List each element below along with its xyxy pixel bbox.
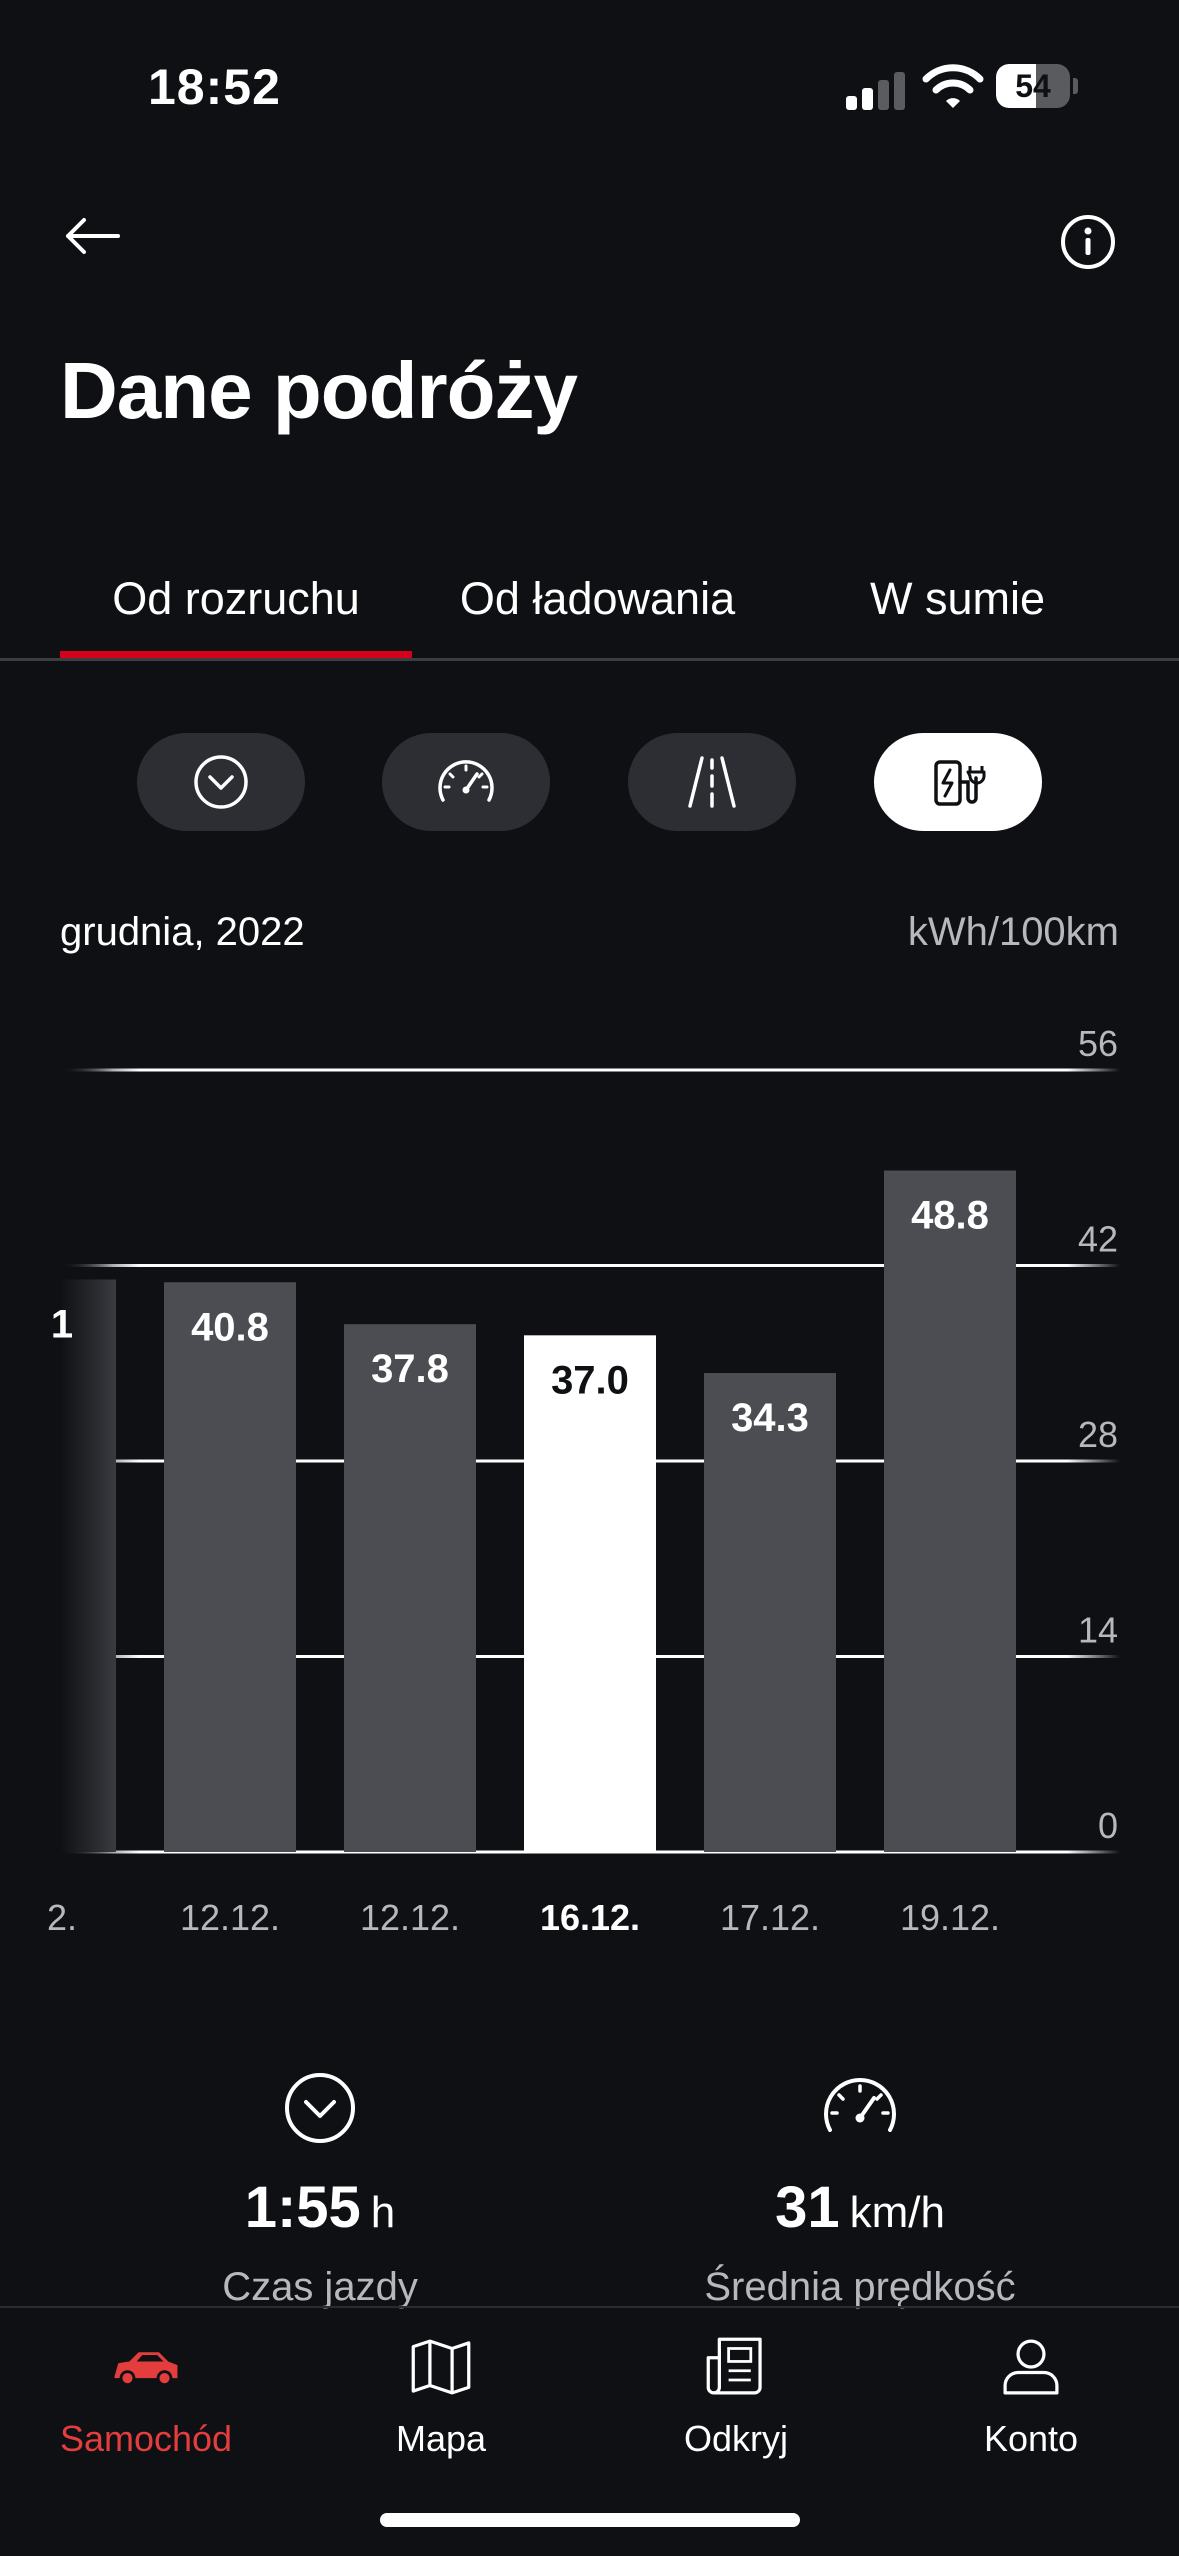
chevron-circle-icon xyxy=(194,755,248,809)
energy-consumption-chart[interactable]: 0 14 28 42 56 1 2. 40.8 12.12. 37.8 12.12. 37.0 16.1… xyxy=(0,1000,1179,1960)
bar-value-label: 40.8 xyxy=(191,1305,269,1349)
tab-w-sumie[interactable]: W sumie xyxy=(830,540,1085,658)
tab-label: Od rozruchu xyxy=(112,573,360,624)
stat-number: 1:55 xyxy=(244,2175,361,2240)
cellular-signal-icon xyxy=(846,72,906,110)
info-circle-icon xyxy=(1061,215,1115,269)
home-indicator xyxy=(380,2513,800,2527)
bar-selected xyxy=(524,1335,656,1852)
x-tick-label: 17.12. xyxy=(720,1897,820,1938)
charging-station-icon xyxy=(934,760,986,806)
battery-percentage: 54 xyxy=(1015,68,1051,104)
x-tick-label: 16.12. xyxy=(540,1897,640,1938)
filter-speed-button[interactable] xyxy=(382,733,550,831)
y-tick-label: 14 xyxy=(1078,1610,1118,1651)
bar-value-label: 34.3 xyxy=(731,1396,809,1440)
bottom-nav-divider xyxy=(0,2306,1179,2308)
arrow-left-icon xyxy=(66,218,120,254)
tab-od-rozruchu[interactable]: Od rozruchu xyxy=(60,540,412,658)
x-tick-label: 2. xyxy=(47,1897,77,1938)
speedometer-icon xyxy=(824,2078,896,2132)
battery-indicator: 54 xyxy=(996,64,1078,108)
bar xyxy=(164,1282,296,1852)
x-tick-label: 19.12. xyxy=(900,1897,1000,1938)
filter-distance-button[interactable] xyxy=(628,733,796,831)
tab-label: Od ładowania xyxy=(459,573,736,624)
tabs-divider xyxy=(0,658,1179,661)
road-icon xyxy=(688,756,736,808)
stat-unit: km/h xyxy=(849,2188,945,2237)
filter-driving-time-button[interactable] xyxy=(137,733,305,831)
speedometer-icon xyxy=(438,760,494,802)
bar xyxy=(704,1373,836,1852)
nav-label: Konto xyxy=(983,2418,1079,2459)
y-tick-label: 42 xyxy=(1078,1219,1118,1260)
stat-label: Czas jazdy xyxy=(222,2265,418,2309)
bar xyxy=(344,1324,476,1852)
nav-item-mapa[interactable]: Mapa xyxy=(301,2320,581,2460)
filter-energy-button[interactable] xyxy=(874,733,1042,831)
car-icon xyxy=(114,2352,178,2386)
chevron-circle-icon xyxy=(285,2073,355,2143)
bar-value-label: 1 xyxy=(51,1302,73,1346)
bar-value-label: 48.8 xyxy=(911,1194,989,1238)
bar-value-label: 37.0 xyxy=(551,1358,629,1402)
stat-number: 31 xyxy=(775,2175,840,2240)
nav-label: Samochód xyxy=(59,2418,233,2459)
tab-od-ladowania[interactable]: Od ładowania xyxy=(430,540,765,658)
tab-label: W sumie xyxy=(869,573,1045,624)
status-time: 18:52 xyxy=(148,59,281,115)
nav-item-samochod[interactable]: Samochód xyxy=(6,2320,286,2460)
info-button[interactable] xyxy=(1052,206,1124,278)
x-tick-label: 12.12. xyxy=(360,1897,460,1938)
map-icon xyxy=(411,2339,471,2395)
y-tick-label: 0 xyxy=(1098,1805,1118,1846)
user-icon xyxy=(1003,2339,1059,2395)
bar xyxy=(884,1170,1016,1852)
nav-label: Odkryj xyxy=(683,2418,788,2459)
trip-tabs: Od rozruchu Od ładowania W sumie xyxy=(0,540,1179,660)
news-icon xyxy=(706,2337,762,2395)
page-title: Dane podróży xyxy=(60,346,578,435)
nav-item-odkryj[interactable]: Odkryj xyxy=(596,2320,876,2460)
stat-value: 31 km/h xyxy=(680,2174,1040,2241)
stat-label: Średnia prędkość xyxy=(704,2265,1016,2309)
stat-average-speed: 31 km/h Średnia prędkość xyxy=(680,2068,1040,2310)
y-tick-label: 28 xyxy=(1078,1414,1118,1455)
nav-item-konto[interactable]: Konto xyxy=(891,2320,1171,2460)
stat-unit: h xyxy=(370,2188,396,2237)
x-tick-label: 12.12. xyxy=(180,1897,280,1938)
y-tick-label: 56 xyxy=(1078,1023,1118,1064)
chart-month-label: grudnia, 2022 xyxy=(60,910,305,954)
chart-left-fade xyxy=(60,1000,140,1960)
wifi-icon xyxy=(922,64,984,108)
back-button[interactable] xyxy=(56,200,128,272)
stat-driving-time: 1:55 h Czas jazdy xyxy=(160,2068,480,2310)
gridline xyxy=(60,1068,1120,1072)
nav-label: Mapa xyxy=(395,2418,487,2459)
bar-value-label: 37.8 xyxy=(371,1347,449,1391)
chart-unit-label: kWh/100km xyxy=(907,910,1119,954)
stat-value: 1:55 h xyxy=(160,2174,480,2241)
